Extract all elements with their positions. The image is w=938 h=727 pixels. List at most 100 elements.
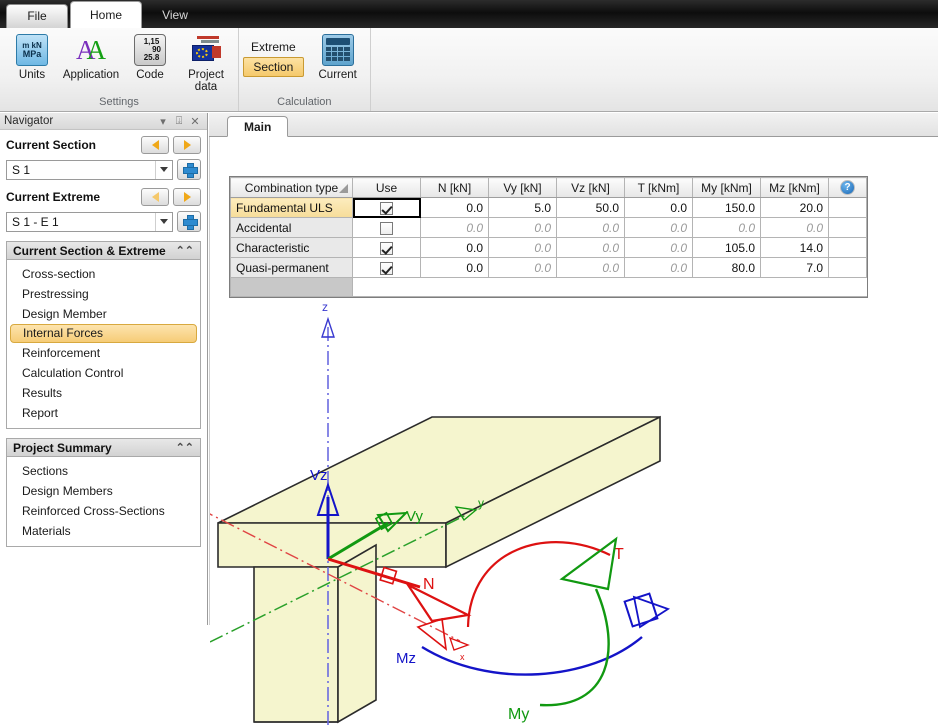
ribbon-button-application[interactable]: AA Application <box>60 31 122 81</box>
current-extreme-combo[interactable]: S 1 - E 1 <box>6 212 173 232</box>
close-icon[interactable]: ✕ <box>187 115 203 128</box>
sidebar-item-calculation-control[interactable]: Calculation Control <box>10 363 197 383</box>
column-header-t[interactable]: T [kNm] <box>625 178 693 198</box>
current-extreme-prev-button[interactable] <box>141 188 169 206</box>
table-row[interactable]: Fundamental ULS 0.0 5.0 50.0 0.0 150.0 2… <box>231 198 867 218</box>
tab-file[interactable]: File <box>6 4 68 28</box>
cell-vz[interactable]: 0.0 <box>557 238 625 258</box>
use-checkbox[interactable] <box>380 242 393 255</box>
column-header-n[interactable]: N [kN] <box>421 178 489 198</box>
main-area: Main Combination type Use N [kN] Vy [kN]… <box>209 113 938 625</box>
current-extreme-next-button[interactable] <box>173 188 201 206</box>
current-extreme-dropdown-arrow[interactable] <box>155 213 172 231</box>
application-icon-a2: A <box>87 37 107 64</box>
current-section-combo[interactable]: S 1 <box>6 160 173 180</box>
column-header-my[interactable]: My [kNm] <box>693 178 761 198</box>
cell-use[interactable] <box>353 218 421 238</box>
cell-my[interactable]: 80.0 <box>693 258 761 278</box>
chevron-down-icon[interactable]: ▾ <box>155 115 171 128</box>
sort-indicator-icon <box>339 184 348 193</box>
cell-use[interactable] <box>353 198 421 218</box>
cell-use[interactable] <box>353 238 421 258</box>
moment-vector-mz: Mz <box>396 594 668 675</box>
tab-main[interactable]: Main <box>227 116 288 137</box>
force-label-vy: Vy <box>406 508 423 525</box>
current-section-dropdown-arrow[interactable] <box>155 161 172 179</box>
units-icon-bottom: MPa <box>23 50 42 59</box>
panel-current-section-extreme-header[interactable]: Current Section & Extreme ⌃⌃ <box>6 241 201 260</box>
use-checkbox[interactable] <box>380 262 393 275</box>
table-row[interactable]: Quasi-permanent 0.0 0.0 0.0 0.0 80.0 7.0 <box>231 258 867 278</box>
pin-icon[interactable]: ⍗ <box>171 115 187 128</box>
add-section-button[interactable] <box>177 159 201 180</box>
column-header-mz[interactable]: Mz [kNm] <box>761 178 829 198</box>
ribbon-button-current[interactable]: Current <box>310 31 366 81</box>
sidebar-item-prestressing[interactable]: Prestressing <box>10 284 197 304</box>
cell-vz[interactable]: 0.0 <box>557 258 625 278</box>
moment-label-my: My <box>508 706 529 723</box>
calc-extreme-button[interactable]: Extreme <box>243 37 304 57</box>
sidebar-item-materials[interactable]: Materials <box>10 521 197 541</box>
cell-my[interactable]: 150.0 <box>693 198 761 218</box>
ribbon-button-units[interactable]: m kN MPa Units <box>4 31 60 81</box>
main-content: Combination type Use N [kN] Vy [kN] Vz [… <box>209 137 938 625</box>
current-section-prev-button[interactable] <box>141 136 169 154</box>
sidebar-item-cross-section[interactable]: Cross-section <box>10 264 197 284</box>
ribbon-button-code[interactable]: 1,15 90 25.8 Code <box>122 31 178 81</box>
sidebar-item-results[interactable]: Results <box>10 383 197 403</box>
sidebar-item-reinforcement[interactable]: Reinforcement <box>10 343 197 363</box>
cell-combination-type: Quasi-permanent <box>231 258 353 278</box>
collapse-chevron-icon[interactable]: ⌃⌃ <box>176 244 194 257</box>
cell-n[interactable]: 0.0 <box>421 198 489 218</box>
ribbon-button-units-label: Units <box>19 69 45 81</box>
table-row[interactable]: Characteristic 0.0 0.0 0.0 0.0 105.0 14.… <box>231 238 867 258</box>
sidebar-item-report[interactable]: Report <box>10 403 197 423</box>
sidebar-item-sections[interactable]: Sections <box>10 461 197 481</box>
cell-combination-type: Accidental <box>231 218 353 238</box>
panel-current-section-extreme: Current Section & Extreme ⌃⌃ Cross-secti… <box>6 241 201 429</box>
sidebar-item-design-member[interactable]: Design Member <box>10 304 197 324</box>
cell-mz[interactable]: 14.0 <box>761 238 829 258</box>
cell-vy[interactable]: 0.0 <box>489 258 557 278</box>
navigator-header: Navigator ▾ ⍗ ✕ <box>0 113 207 130</box>
cell-vy[interactable]: 5.0 <box>489 198 557 218</box>
use-checkbox[interactable] <box>380 202 393 215</box>
help-icon[interactable]: ? <box>840 180 855 195</box>
cell-my[interactable]: 0.0 <box>693 218 761 238</box>
use-checkbox[interactable] <box>380 222 393 235</box>
cell-use[interactable] <box>353 258 421 278</box>
cell-vz[interactable]: 0.0 <box>557 218 625 238</box>
cell-mz[interactable]: 20.0 <box>761 198 829 218</box>
table-row[interactable]: Accidental 0.0 0.0 0.0 0.0 0.0 0.0 <box>231 218 867 238</box>
ribbon-button-project-data[interactable]: Project data <box>178 31 234 93</box>
column-header-combination-type[interactable]: Combination type <box>231 178 353 198</box>
cell-t[interactable]: 0.0 <box>625 258 693 278</box>
collapse-chevron-icon[interactable]: ⌃⌃ <box>176 441 194 454</box>
current-section-next-button[interactable] <box>173 136 201 154</box>
column-header-vy[interactable]: Vy [kN] <box>489 178 557 198</box>
column-header-use[interactable]: Use <box>353 178 421 198</box>
cell-vy[interactable]: 0.0 <box>489 238 557 258</box>
sidebar-item-design-members[interactable]: Design Members <box>10 481 197 501</box>
cell-my[interactable]: 105.0 <box>693 238 761 258</box>
cell-mz[interactable]: 7.0 <box>761 258 829 278</box>
code-icon-line3: 25.8 <box>138 54 165 62</box>
cell-n[interactable]: 0.0 <box>421 218 489 238</box>
cell-t[interactable]: 0.0 <box>625 218 693 238</box>
cell-vz[interactable]: 50.0 <box>557 198 625 218</box>
tab-view[interactable]: View <box>144 4 206 28</box>
calc-section-button[interactable]: Section <box>243 57 304 77</box>
sidebar-item-internal-forces[interactable]: Internal Forces <box>10 324 197 343</box>
cell-t[interactable]: 0.0 <box>625 238 693 258</box>
cell-spacer <box>829 238 867 258</box>
cell-mz[interactable]: 0.0 <box>761 218 829 238</box>
panel-project-summary-header[interactable]: Project Summary ⌃⌃ <box>6 438 201 457</box>
add-extreme-button[interactable] <box>177 211 201 232</box>
cell-vy[interactable]: 0.0 <box>489 218 557 238</box>
tab-home[interactable]: Home <box>70 1 142 28</box>
cell-t[interactable]: 0.0 <box>625 198 693 218</box>
cell-n[interactable]: 0.0 <box>421 238 489 258</box>
cell-n[interactable]: 0.0 <box>421 258 489 278</box>
column-header-vz[interactable]: Vz [kN] <box>557 178 625 198</box>
sidebar-item-reinforced-cross-sections[interactable]: Reinforced Cross-Sections <box>10 501 197 521</box>
